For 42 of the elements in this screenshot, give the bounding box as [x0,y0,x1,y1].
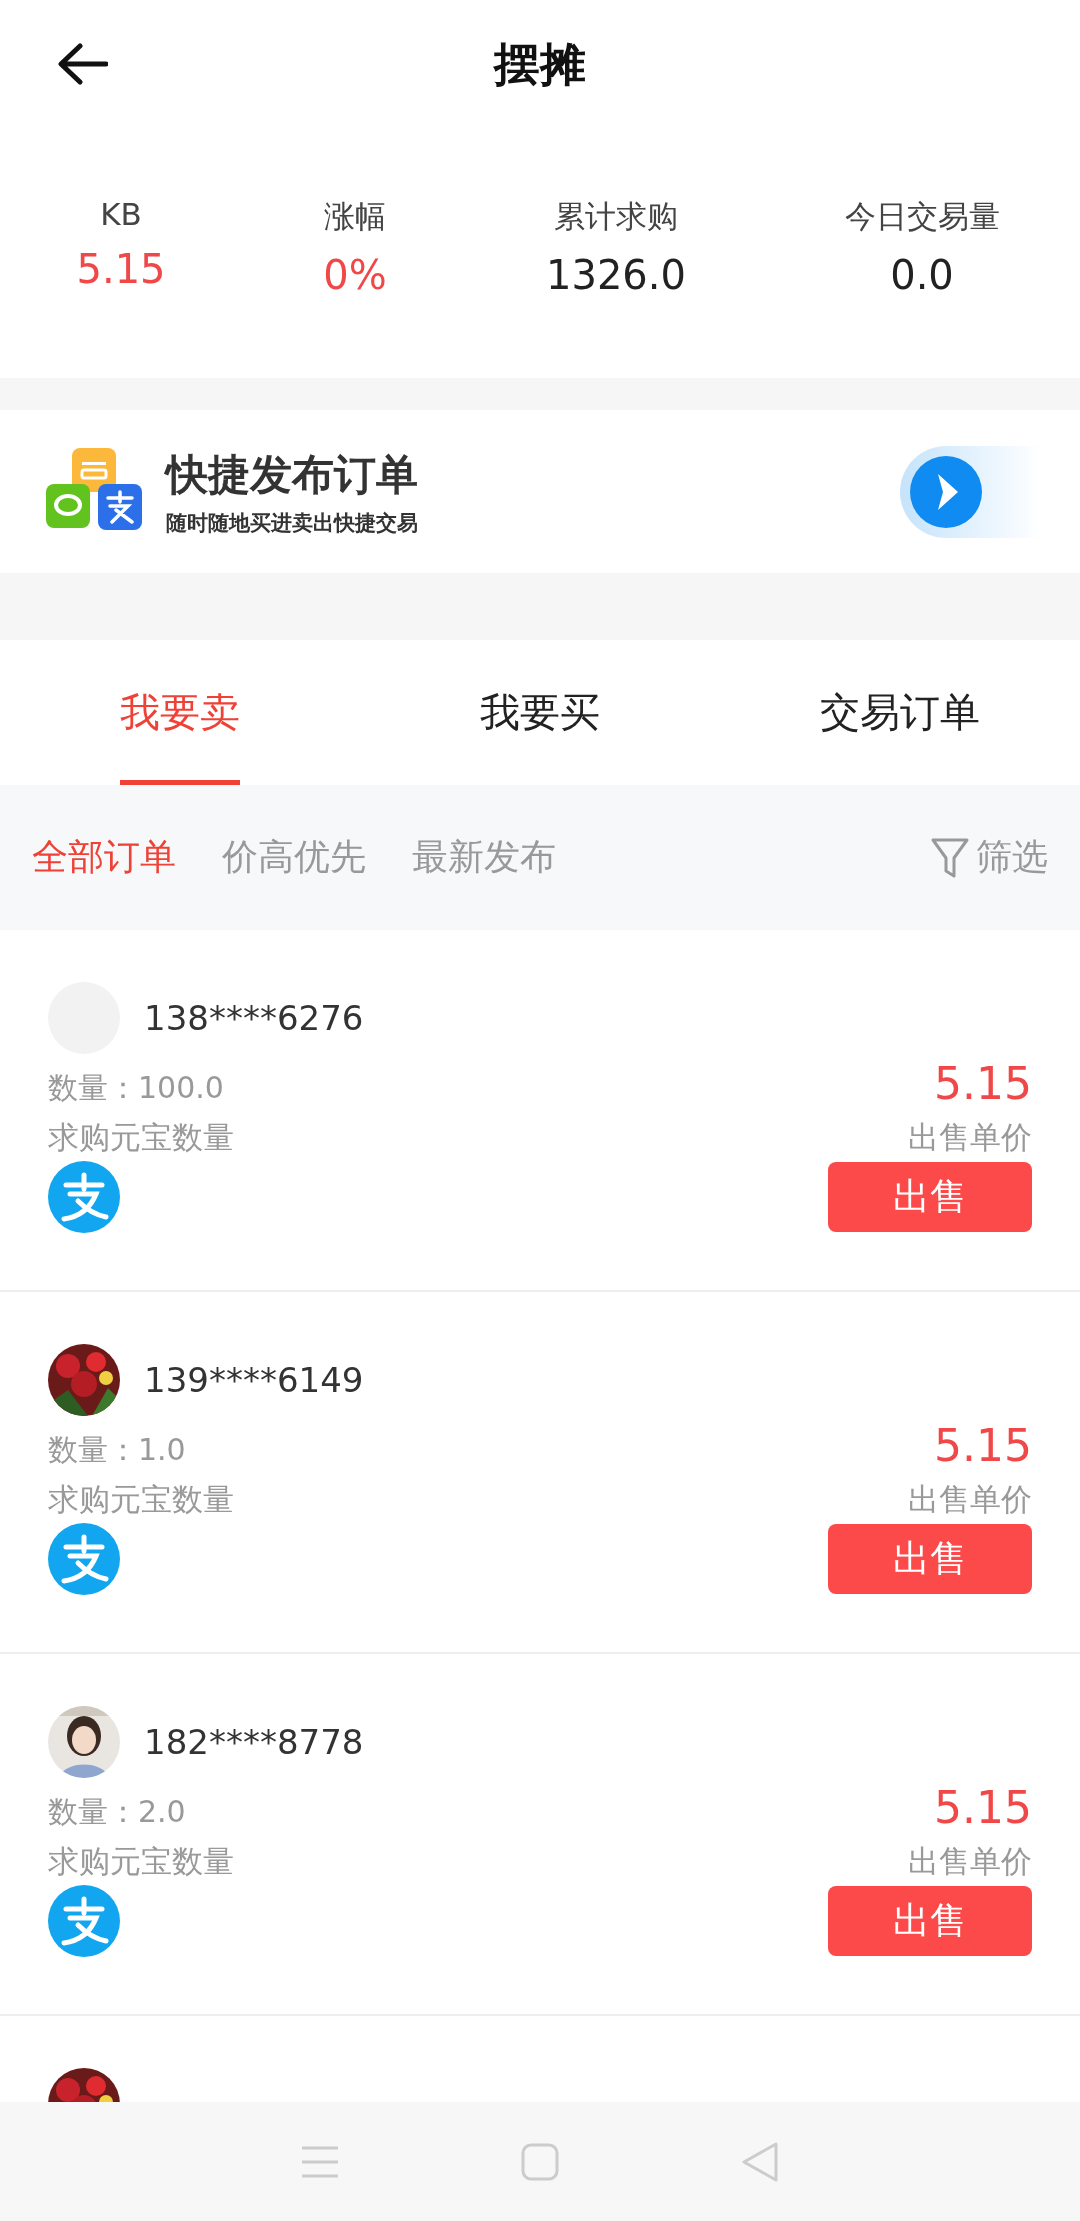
stat-value: 1326.0 [546,252,686,298]
price: 5.15 [934,1058,1032,1109]
banner-title: 快捷发布订单 [166,448,419,501]
sell-button[interactable]: 出售 [828,1886,1032,1956]
back-icon[interactable] [56,42,108,86]
price-caption: 出售单价 [908,1480,1032,1519]
tab[interactable]: 我要买 [480,640,600,785]
price: 5.15 [934,1782,1032,1833]
filter-button[interactable]: 筛选 [930,833,1048,882]
sell-button[interactable]: 出售 [828,1524,1032,1594]
stat-value: 0% [323,252,387,298]
sort-option[interactable]: 价高优先 [222,833,366,882]
arrow-button-icon[interactable] [908,453,984,530]
price: 5.15 [934,1420,1032,1471]
sell-button[interactable]: 出售 [828,1162,1032,1232]
alipay-icon [48,1523,120,1595]
stat-label: 今日交易量 [844,197,1000,236]
quantity-caption: 求购元宝数量 [48,1118,234,1157]
sort-option[interactable]: 全部订单 [32,833,176,882]
sort-option[interactable]: 最新发布 [412,833,556,882]
page-title: 摆摊 [494,36,586,93]
home-icon[interactable] [521,2142,559,2181]
user-phone: 138****6276 [144,998,364,1038]
quantity-text: 数量：1.0 [48,1431,186,1469]
menu-icon[interactable] [301,2144,339,2179]
stat-value: 0.0 [890,252,954,298]
quantity-caption: 求购元宝数量 [48,1480,234,1519]
user-phone: 139****6149 [144,1360,364,1400]
stat-value: 5.15 [76,246,166,292]
price-caption: 出售单价 [908,1842,1032,1881]
alipay-icon [48,1161,120,1233]
quantity-text: 数量：100.0 [48,1069,224,1107]
stat-label: 累计求购 [554,197,678,236]
tab[interactable]: 交易订单 [820,640,980,785]
alipay-icon [48,1885,120,1957]
user-phone: 182****8778 [144,1722,364,1762]
quantity-caption: 求购元宝数量 [48,1842,234,1881]
stat-label: KB [100,196,142,232]
quantity-text: 数量：2.0 [48,1793,186,1831]
stat-label: 涨幅 [324,197,386,236]
price-caption: 出售单价 [908,1118,1032,1157]
banner-subtitle: 随时随地买进卖出快捷交易 [166,509,419,537]
